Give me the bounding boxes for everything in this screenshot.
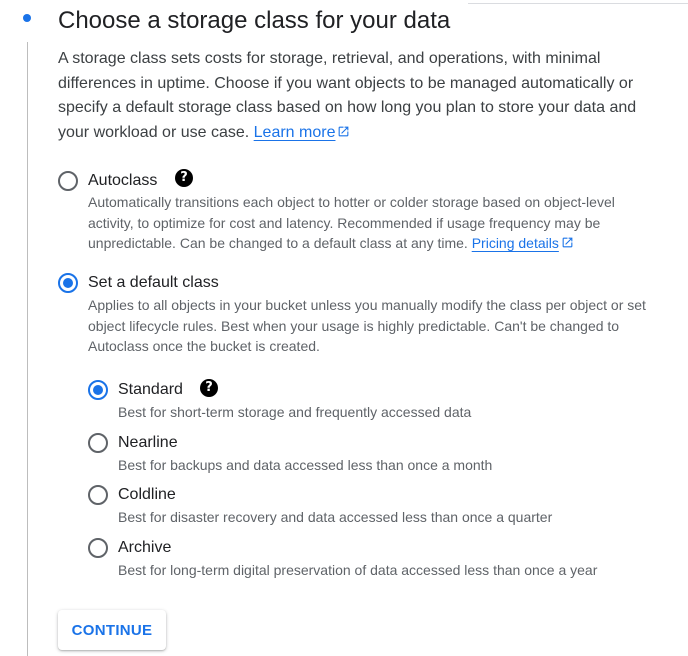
open-in-new-icon (562, 237, 573, 248)
autoclass-label[interactable]: Autoclass (88, 171, 157, 191)
coldline-radio[interactable] (88, 485, 108, 505)
continue-button[interactable]: CONTINUE (58, 610, 166, 650)
coldline-label[interactable]: Coldline (118, 485, 176, 505)
archive-description: Best for long-term digital preservation … (118, 562, 598, 578)
nearline-label[interactable]: Nearline (118, 433, 178, 453)
step-dot-icon (23, 14, 31, 22)
default-class-label[interactable]: Set a default class (88, 273, 219, 293)
pricing-details-label: Pricing details (471, 235, 559, 251)
step-intro: A storage class sets costs for storage, … (58, 47, 658, 145)
default-class-description: Applies to all objects in your bucket un… (88, 297, 646, 354)
pricing-details-link[interactable]: Pricing details (472, 235, 574, 251)
step-rail (27, 42, 28, 656)
nearline-radio[interactable] (88, 433, 108, 453)
archive-label[interactable]: Archive (118, 538, 171, 558)
archive-radio[interactable] (88, 538, 108, 558)
standard-label[interactable]: Standard (118, 380, 183, 400)
standard-radio[interactable] (88, 380, 108, 400)
learn-more-link[interactable]: Learn more (254, 124, 351, 141)
step-title: Choose a storage class for your data (58, 7, 451, 34)
top-divider (468, 3, 688, 4)
autoclass-radio[interactable] (58, 171, 78, 191)
default-class-radio[interactable] (58, 273, 78, 293)
standard-help-icon[interactable]: ? (200, 379, 218, 397)
standard-description: Best for short-term storage and frequent… (118, 404, 472, 420)
open-in-new-icon (339, 126, 349, 137)
learn-more-label: Learn more (253, 123, 336, 141)
coldline-description: Best for disaster recovery and data acce… (118, 509, 553, 525)
autoclass-description: Automatically transitions each object to… (88, 192, 663, 254)
autoclass-help-icon[interactable]: ? (175, 169, 193, 187)
nearline-description: Best for backups and data accessed less … (118, 457, 493, 473)
